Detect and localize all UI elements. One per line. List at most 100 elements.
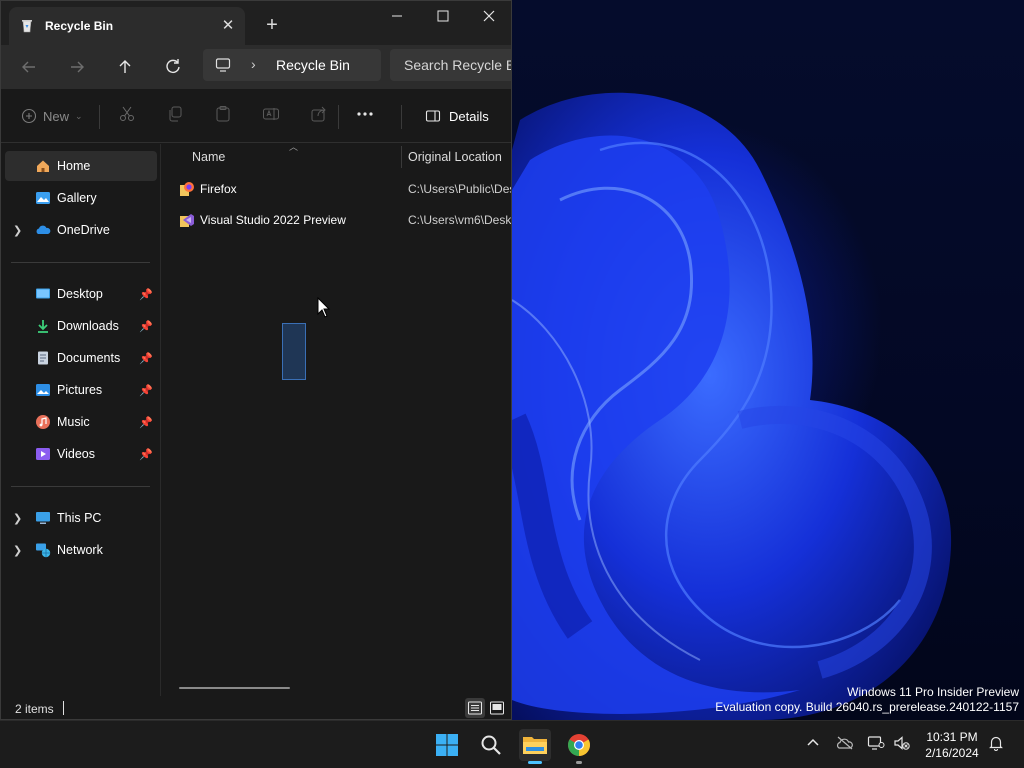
pin-icon[interactable]: 📌 (139, 288, 153, 301)
minimize-button[interactable] (375, 5, 419, 29)
pin-icon[interactable]: 📌 (139, 416, 153, 429)
chevron-down-icon: ⌄ (75, 110, 83, 121)
breadcrumb-recycle-bin[interactable]: Recycle Bin (276, 57, 350, 73)
more-options-button[interactable] (355, 105, 375, 127)
sidebar-item-desktop[interactable]: Desktop 📌 (5, 279, 157, 309)
sidebar-item-this-pc[interactable]: ❯ This PC (5, 503, 157, 533)
file-name: Firefox (200, 182, 237, 196)
file-original-location: C:\Users\vm6\Desktop (408, 213, 512, 227)
firefox-shortcut-icon (180, 182, 194, 196)
sidebar-item-network[interactable]: ❯ Network (5, 535, 157, 565)
up-button[interactable] (113, 55, 137, 79)
search-button[interactable] (475, 729, 507, 761)
sidebar-item-label: Music (57, 415, 90, 429)
chevron-right-icon[interactable]: ❯ (13, 224, 22, 237)
details-view-button[interactable] (465, 698, 485, 718)
network-tray-button[interactable] (867, 735, 885, 754)
watermark-line-2: Evaluation copy. Build 26040.rs_prerelea… (715, 700, 1019, 714)
pin-icon[interactable]: 📌 (139, 352, 153, 365)
close-icon (483, 10, 495, 22)
sidebar-item-gallery[interactable]: Gallery (5, 183, 157, 213)
file-row-visual-studio[interactable]: Visual Studio 2022 Preview C:\Users\vm6\… (162, 207, 512, 233)
large-icons-view-button[interactable] (487, 698, 507, 718)
new-button[interactable]: New ⌄ (21, 105, 83, 127)
chevron-right-icon[interactable]: › (251, 56, 256, 72)
command-separator (338, 105, 339, 129)
sidebar-item-pictures[interactable]: Pictures 📌 (5, 375, 157, 405)
sidebar-item-label: OneDrive (57, 223, 110, 237)
minimize-icon (392, 15, 402, 17)
sidebar-item-label: Downloads (57, 319, 119, 333)
rename-button[interactable] (262, 105, 280, 127)
recycle-bin-icon (22, 20, 32, 33)
address-bar[interactable]: › Recycle Bin (203, 49, 381, 81)
copy-button[interactable] (166, 105, 184, 127)
onedrive-icon (36, 225, 51, 234)
start-button[interactable] (431, 729, 463, 761)
onedrive-tray-button[interactable] (836, 735, 854, 754)
notifications-button[interactable] (988, 735, 1004, 754)
selection-rectangle (282, 323, 306, 380)
back-button[interactable] (17, 55, 41, 79)
file-name: Visual Studio 2022 Preview (200, 213, 346, 227)
plus-circle-icon (21, 108, 37, 124)
maximize-button[interactable] (421, 5, 465, 29)
active-indicator (528, 761, 542, 764)
file-list[interactable]: ︿ Name Original Location Firefox C:\User… (162, 144, 512, 696)
chevron-right-icon[interactable]: ❯ (13, 544, 22, 557)
sidebar-item-onedrive[interactable]: ❯ OneDrive (5, 215, 157, 245)
arrow-up-icon (119, 60, 131, 73)
videos-icon (36, 448, 50, 460)
cut-button[interactable] (118, 105, 136, 127)
sidebar-item-documents[interactable]: Documents 📌 (5, 343, 157, 373)
sidebar-item-downloads[interactable]: Downloads 📌 (5, 311, 157, 341)
new-tab-button[interactable]: + (261, 15, 283, 37)
details-pane-icon (425, 110, 441, 122)
details-pane-button[interactable]: Details (425, 105, 489, 127)
refresh-button[interactable] (161, 55, 185, 79)
search-box[interactable] (390, 49, 511, 81)
command-separator (401, 105, 402, 129)
sidebar-divider (11, 262, 150, 263)
chevron-right-icon[interactable]: ❯ (13, 512, 22, 525)
share-button[interactable] (310, 105, 328, 127)
sidebar-item-label: Documents (57, 351, 121, 365)
details-label: Details (449, 108, 489, 124)
title-bar[interactable]: Recycle Bin ✕ + (1, 1, 511, 45)
command-separator (99, 105, 100, 129)
file-row-firefox[interactable]: Firefox C:\Users\Public\Desktop (162, 176, 511, 202)
sidebar-item-videos[interactable]: Videos 📌 (5, 439, 157, 469)
network-icon (36, 543, 51, 558)
chevron-up-icon (807, 738, 819, 746)
watermark-line-1: Windows 11 Pro Insider Preview (847, 685, 1019, 699)
sidebar-item-label: Network (57, 543, 103, 557)
column-separator[interactable] (401, 146, 402, 168)
sidebar-item-home[interactable]: Home (5, 151, 157, 181)
pin-icon[interactable]: 📌 (139, 320, 153, 333)
search-input[interactable] (404, 55, 511, 75)
tab-recycle-bin[interactable]: Recycle Bin ✕ (9, 7, 245, 45)
sidebar-item-music[interactable]: Music 📌 (5, 407, 157, 437)
close-window-button[interactable] (467, 5, 511, 29)
mouse-cursor-icon (317, 297, 331, 318)
tiles-view-icon (490, 701, 504, 715)
pictures-icon (36, 384, 50, 396)
show-hidden-icons-button[interactable] (805, 735, 821, 754)
pin-icon[interactable]: 📌 (139, 384, 153, 397)
clock[interactable]: 10:31 PM 2/16/2024 (922, 729, 982, 761)
home-icon (37, 160, 49, 172)
horizontal-scrollbar[interactable] (179, 687, 290, 689)
sidebar-item-label: Gallery (57, 191, 97, 205)
arrow-left-icon (22, 61, 35, 73)
paste-button[interactable] (214, 105, 232, 127)
forward-button[interactable] (65, 55, 89, 79)
tab-close-icon[interactable]: ✕ (219, 17, 237, 35)
sidebar-item-label: Desktop (57, 287, 103, 301)
volume-tray-button[interactable] (893, 735, 911, 754)
new-label: New (43, 108, 70, 124)
column-header-name[interactable]: Name (192, 150, 225, 170)
pin-icon[interactable]: 📌 (139, 448, 153, 461)
taskbar-chrome[interactable] (563, 729, 595, 764)
taskbar-file-explorer[interactable] (519, 729, 551, 764)
column-header-original-location[interactable]: Original Location (408, 150, 502, 170)
